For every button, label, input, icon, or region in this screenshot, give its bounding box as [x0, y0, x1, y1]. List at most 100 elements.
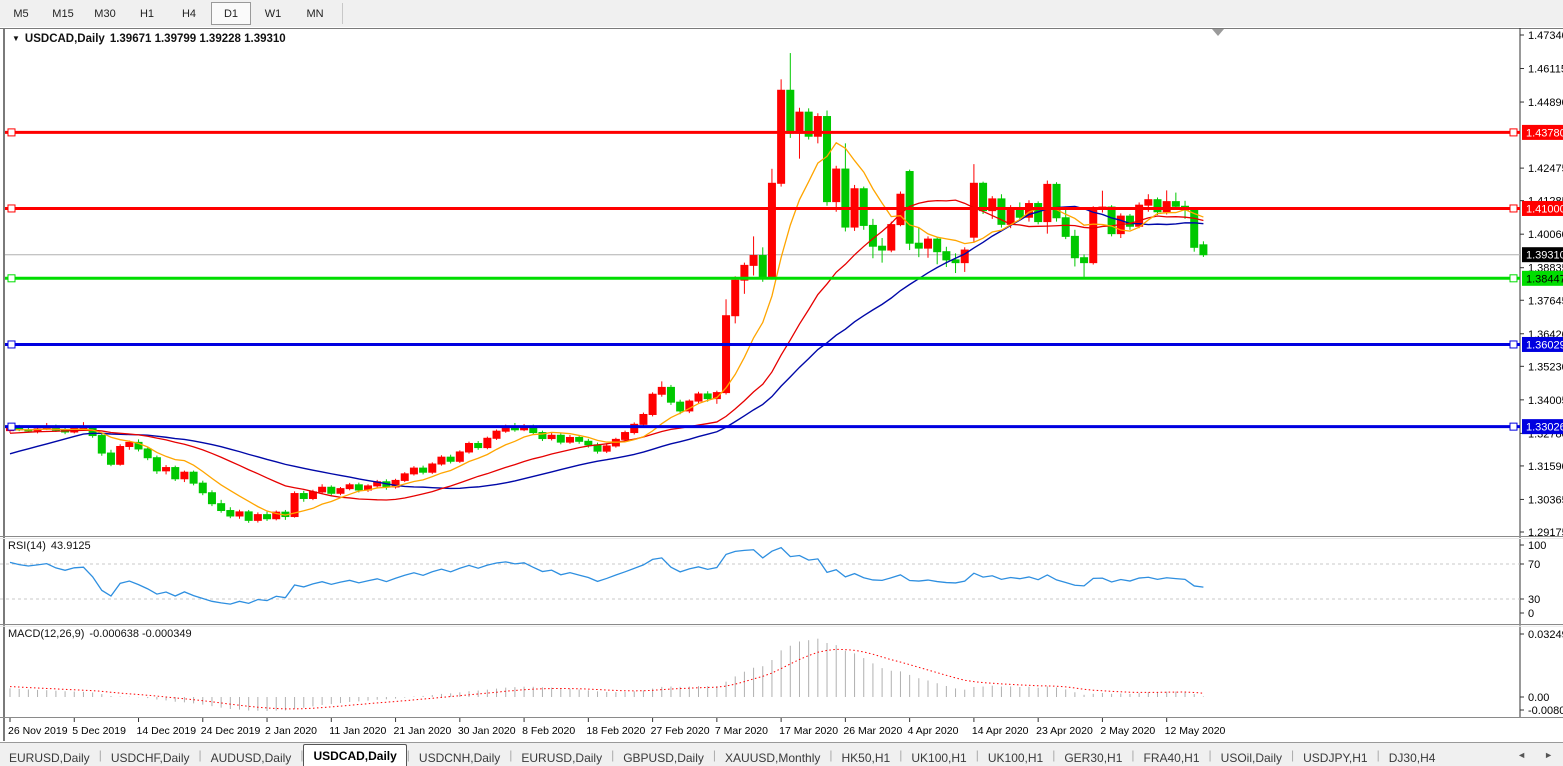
- candle: [1044, 184, 1051, 221]
- hline-handle-icon[interactable]: [8, 423, 15, 430]
- candle: [658, 387, 665, 394]
- candle: [1145, 200, 1152, 205]
- tab-hk50-h1[interactable]: HK50,H1: [833, 748, 900, 766]
- macd-axis-label: 0.00: [1528, 692, 1549, 704]
- tabs-scroll-right-icon[interactable]: ►: [1544, 750, 1553, 760]
- timeframe-toolbar: M5M15M30H1H4D1W1MN: [0, 0, 1563, 28]
- candle: [245, 512, 252, 520]
- price-level-badge-label: 1.41000: [1526, 203, 1563, 215]
- current-price-badge-label: 1.39310: [1526, 250, 1563, 262]
- date-label: 30 Jan 2020: [458, 725, 516, 737]
- tab-ger30-h1[interactable]: GER30,H1: [1055, 748, 1131, 766]
- rsi-label: RSI(14): [8, 540, 46, 552]
- candle: [1081, 258, 1088, 263]
- hline-axis-handle-icon[interactable]: [1510, 423, 1517, 430]
- hline-handle-icon[interactable]: [8, 129, 15, 136]
- candle: [732, 280, 739, 316]
- candle: [824, 117, 831, 202]
- timeframe-button-m5[interactable]: M5: [1, 2, 41, 25]
- rsi-axis-label: 0: [1528, 608, 1534, 620]
- tab-usdcnh-daily[interactable]: USDCNH,Daily: [410, 748, 509, 766]
- timeframe-button-mn[interactable]: MN: [295, 2, 335, 25]
- tab-dj30-h4[interactable]: DJ30,H4: [1380, 748, 1445, 766]
- chart-ohlc-values: 1.39671 1.39799 1.39228 1.39310: [110, 33, 286, 45]
- date-label: 8 Feb 2020: [522, 725, 575, 737]
- price-axis-label: 1.46115: [1528, 64, 1563, 76]
- candle: [107, 453, 114, 464]
- timeframe-button-m15[interactable]: M15: [43, 2, 83, 25]
- hline-handle-icon[interactable]: [8, 275, 15, 282]
- rsi-value: 43.9125: [51, 540, 91, 552]
- date-label: 26 Nov 2019: [8, 725, 68, 737]
- timeframe-button-m30[interactable]: M30: [85, 2, 125, 25]
- price-axis-label: 1.31590: [1528, 461, 1563, 473]
- candle: [833, 169, 840, 202]
- symbol-tab-bar: EURUSD,Daily|USDCHF,Daily|AUDUSD,Daily|U…: [0, 742, 1563, 766]
- hline-axis-handle-icon[interactable]: [1510, 205, 1517, 212]
- timeframe-button-h4[interactable]: H4: [169, 2, 209, 25]
- tab-xauusd-monthly[interactable]: XAUUSD,Monthly: [716, 748, 829, 766]
- candle: [328, 487, 335, 493]
- candle: [98, 436, 105, 454]
- timeframe-button-h1[interactable]: H1: [127, 2, 167, 25]
- candle: [309, 492, 316, 499]
- candle: [429, 464, 436, 472]
- hline-axis-handle-icon[interactable]: [1510, 275, 1517, 282]
- candle: [888, 225, 895, 250]
- hline-handle-icon[interactable]: [8, 205, 15, 212]
- tabs-scroll-left-icon[interactable]: ◄: [1517, 750, 1526, 760]
- macd-axis-label: -0.00808: [1528, 705, 1563, 717]
- macd-signal-line: [10, 649, 1203, 709]
- tab-fra40-h1[interactable]: FRA40,H1: [1135, 748, 1209, 766]
- tab-eurusd-daily[interactable]: EURUSD,Daily: [512, 748, 611, 766]
- tab-uk100-h1[interactable]: UK100,H1: [979, 748, 1052, 766]
- tab-usdjpy-h1[interactable]: USDJPY,H1: [1294, 748, 1376, 766]
- tab-usdcad-daily[interactable]: USDCAD,Daily: [303, 744, 406, 766]
- tab-gbpusd-daily[interactable]: GBPUSD,Daily: [614, 748, 713, 766]
- date-label: 23 Apr 2020: [1036, 725, 1093, 737]
- candle: [869, 225, 876, 246]
- timeframe-button-d1[interactable]: D1: [211, 2, 251, 25]
- price-axis-label: 1.34005: [1528, 395, 1563, 407]
- price-axis-label: 1.30365: [1528, 494, 1563, 506]
- candle: [970, 183, 977, 237]
- tab-eurusd-daily[interactable]: EURUSD,Daily: [0, 748, 99, 766]
- candle: [319, 487, 326, 492]
- tab-usdchf-daily[interactable]: USDCHF,Daily: [102, 748, 199, 766]
- date-label: 4 Apr 2020: [908, 725, 959, 737]
- candle: [585, 441, 592, 445]
- candle: [89, 428, 96, 436]
- candle: [190, 472, 197, 483]
- candle: [493, 431, 500, 438]
- tab-usoil-daily[interactable]: USOil,Daily: [1212, 748, 1291, 766]
- candle: [677, 402, 684, 411]
- hline-axis-handle-icon[interactable]: [1510, 341, 1517, 348]
- candle: [594, 445, 601, 451]
- candle: [1062, 218, 1069, 237]
- candle: [1090, 209, 1097, 263]
- date-label: 5 Dec 2019: [72, 725, 126, 737]
- hline-axis-handle-icon[interactable]: [1510, 129, 1517, 136]
- rsi-axis-label: 30: [1528, 594, 1540, 606]
- candle: [925, 239, 932, 248]
- candle: [1172, 202, 1179, 207]
- price-chart-canvas: 1.473401.461151.448901.424751.412851.400…: [0, 27, 1563, 742]
- candle: [778, 90, 785, 183]
- rsi-indicator-header: RSI(14) 43.9125: [8, 540, 91, 552]
- chart-top-border: [0, 28, 1563, 29]
- price-axis-label: 1.35230: [1528, 361, 1563, 373]
- symbol-dropdown-icon[interactable]: ▼: [12, 34, 20, 43]
- candle: [943, 252, 950, 260]
- hline-handle-icon[interactable]: [8, 341, 15, 348]
- date-label: 14 Apr 2020: [972, 725, 1029, 737]
- tab-uk100-h1[interactable]: UK100,H1: [902, 748, 975, 766]
- price-axis-label: 1.47340: [1528, 30, 1563, 42]
- trading-platform-window: M5M15M30H1H4D1W1MN 1.473401.461151.44890…: [0, 0, 1563, 766]
- tab-audusd-daily[interactable]: AUDUSD,Daily: [202, 748, 301, 766]
- candle: [842, 169, 849, 227]
- candle: [576, 437, 583, 441]
- candle: [768, 183, 775, 277]
- timeframe-button-w1[interactable]: W1: [253, 2, 293, 25]
- price-axis-label: 1.29175: [1528, 527, 1563, 539]
- chart-area[interactable]: 1.473401.461151.448901.424751.412851.400…: [0, 27, 1563, 742]
